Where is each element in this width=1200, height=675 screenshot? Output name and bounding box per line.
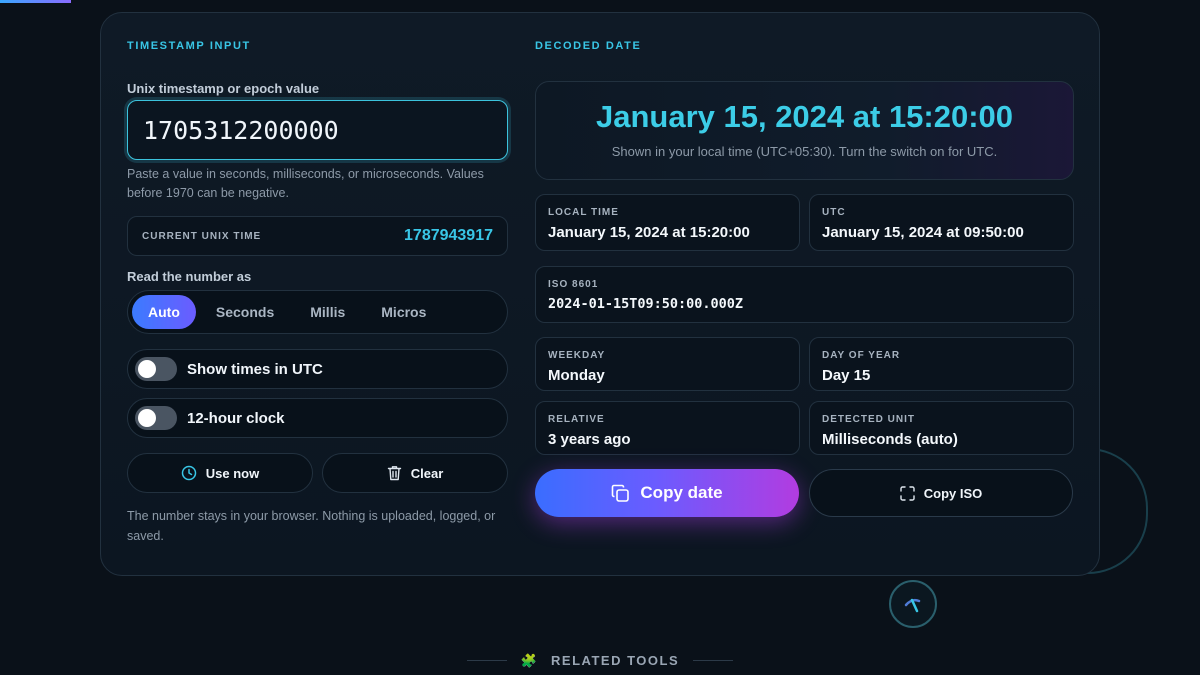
input-hint: Paste a value in seconds, milliseconds, … xyxy=(127,167,484,200)
copy-icon xyxy=(612,484,630,502)
divider-right xyxy=(693,660,734,661)
copy-date-button[interactable]: Copy date xyxy=(535,469,799,517)
detected-unit-label: DETECTED UNIT xyxy=(822,414,915,425)
weekday-label: WEEKDAY xyxy=(548,350,606,361)
relative-label: RELATIVE xyxy=(548,414,605,425)
hero-date: January 15, 2024 at 15:20:00 xyxy=(595,99,1014,134)
local-time-value: January 15, 2024 at 15:20:00 xyxy=(548,224,750,241)
unit-selector: Auto Seconds Millis Micros xyxy=(127,290,508,334)
divider-left xyxy=(466,660,507,661)
clock-icon xyxy=(181,465,197,481)
trash-icon xyxy=(387,466,401,481)
pickaxe-icon xyxy=(904,598,921,613)
unit-option-auto[interactable]: Auto xyxy=(132,295,196,329)
local-time-label: LOCAL TIME xyxy=(548,207,619,218)
expand-frame-icon xyxy=(900,485,915,501)
section-title-decoded: DECODED DATE xyxy=(535,40,642,52)
iso-card: ISO 8601 2024-01-15T09:50:00.000Z xyxy=(535,266,1074,323)
weekday-value: Monday xyxy=(548,367,605,384)
use-now-button[interactable]: Use now xyxy=(127,453,313,493)
relative-value: 3 years ago xyxy=(548,431,631,448)
copy-date-label: Copy date xyxy=(640,483,723,502)
utc-time-value: January 15, 2024 at 09:50:00 xyxy=(822,224,1024,241)
iso-value: 2024-01-15T09:50:00.000Z xyxy=(548,296,744,312)
12h-switch[interactable] xyxy=(135,406,177,430)
current-unix-label: CURRENT UNIX TIME xyxy=(142,230,262,242)
puzzle-icon: 🧩 xyxy=(520,652,538,668)
utc-time-label: UTC xyxy=(822,207,846,218)
unit-option-micros[interactable]: Micros xyxy=(365,295,442,329)
relative-card: RELATIVE 3 years ago xyxy=(535,401,800,455)
unit-option-millis[interactable]: Millis xyxy=(294,295,361,329)
day-of-year-card: DAY OF YEAR Day 15 xyxy=(809,337,1074,391)
local-time-card: LOCAL TIME January 15, 2024 at 15:20:00 xyxy=(535,194,800,251)
converter-card: TIMESTAMP INPUT Unix timestamp or epoch … xyxy=(100,12,1100,576)
detected-unit-value: Milliseconds (auto) xyxy=(822,431,958,448)
copy-iso-button[interactable]: Copy ISO xyxy=(809,469,1073,517)
detected-unit-card: DETECTED UNIT Milliseconds (auto) xyxy=(809,401,1074,455)
privacy-note: The number stays in your browser. Nothin… xyxy=(127,509,496,543)
action-buttons: Use now Clear xyxy=(127,453,508,493)
decoded-hero: January 15, 2024 at 15:20:00 Shown in yo… xyxy=(535,81,1074,180)
clear-label: Clear xyxy=(410,465,444,481)
utc-toggle-row[interactable]: Show times in UTC xyxy=(127,349,508,389)
utc-switch[interactable] xyxy=(135,357,177,381)
related-tools-header: 🧩 RELATED TOOLS xyxy=(0,648,1200,669)
read-as-label: Read the number as xyxy=(127,269,252,284)
current-unix-time: CURRENT UNIX TIME 1787943917 xyxy=(127,216,508,256)
12h-toggle-label: 12-hour clock xyxy=(187,409,285,427)
copy-iso-label: Copy ISO xyxy=(923,485,983,501)
day-of-year-label: DAY OF YEAR xyxy=(822,350,901,361)
day-of-year-value: Day 15 xyxy=(822,367,871,384)
utc-time-card: UTC January 15, 2024 at 09:50:00 xyxy=(809,194,1074,251)
section-title-input: TIMESTAMP INPUT xyxy=(127,40,251,52)
weekday-card: WEEKDAY Monday xyxy=(535,337,800,391)
scroll-action-button[interactable] xyxy=(889,580,937,628)
clear-button[interactable]: Clear xyxy=(322,453,508,493)
top-progress-bar xyxy=(0,0,71,3)
unit-option-seconds[interactable]: Seconds xyxy=(200,295,290,329)
related-tools-label: RELATED TOOLS xyxy=(551,653,680,668)
timestamp-input[interactable] xyxy=(127,100,508,160)
utc-toggle-label: Show times in UTC xyxy=(187,360,323,378)
iso-label: ISO 8601 xyxy=(548,279,599,290)
use-now-label: Use now xyxy=(205,465,260,481)
current-unix-value: 1787943917 xyxy=(404,227,493,244)
timestamp-field-label: Unix timestamp or epoch value xyxy=(127,81,320,96)
12h-toggle-row[interactable]: 12-hour clock xyxy=(127,398,508,438)
hero-subtitle: Shown in your local time (UTC+05:30). Tu… xyxy=(611,144,998,159)
